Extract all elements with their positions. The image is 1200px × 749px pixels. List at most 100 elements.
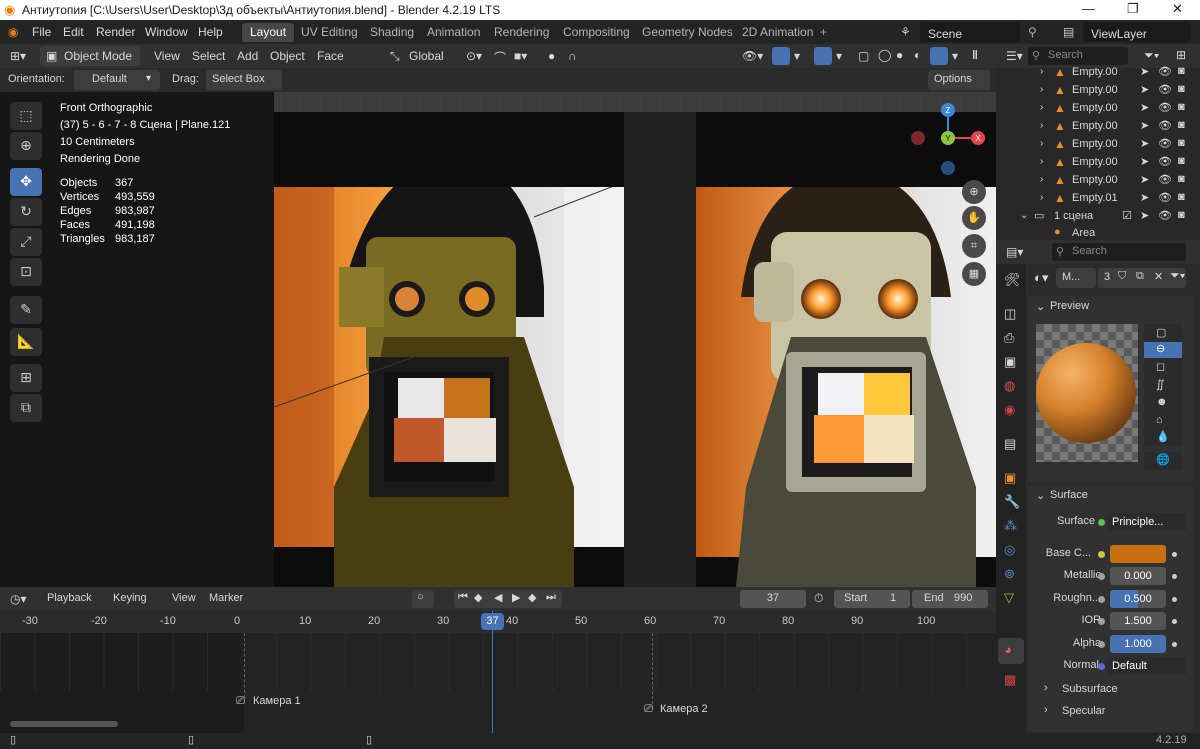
world-preview-button[interactable]: 🌐: [1144, 452, 1182, 470]
camera-icon[interactable]: ◙: [1178, 173, 1185, 185]
tab-shading[interactable]: Shading: [362, 23, 422, 42]
shading-dropdown-icon[interactable]: ▾: [952, 49, 958, 63]
proportional-edit-icon[interactable]: ●: [548, 49, 555, 63]
pan-hand-icon[interactable]: ✋: [962, 206, 986, 230]
preview-panel-title[interactable]: Preview: [1050, 300, 1089, 312]
options-button[interactable]: Options: [928, 70, 990, 90]
subsurface-subpanel[interactable]: › Subsurface: [1030, 680, 1195, 702]
outliner-row[interactable]: › ▲ Empty.01 ➤ 👁 ◙: [1020, 190, 1200, 208]
collapse-icon[interactable]: ⌄: [1036, 300, 1045, 313]
sphere-preview-button[interactable]: ⊖: [1144, 342, 1182, 358]
eye-icon[interactable]: 👁: [1158, 83, 1172, 96]
outliner-collection-row[interactable]: ⌄ ▭ 1 сцена ☑ ➤ 👁 ◙: [1020, 208, 1200, 226]
close-icon[interactable]: ✕: [1172, 1, 1183, 17]
move-tool[interactable]: ✥: [10, 168, 42, 196]
next-keyframe-icon[interactable]: ◆: [528, 591, 536, 604]
maximize-icon[interactable]: ❐: [1127, 1, 1139, 17]
timeline-scrollbar[interactable]: [10, 721, 118, 727]
gizmo-z-label[interactable]: Z: [946, 106, 951, 115]
wireframe-shading-icon[interactable]: ◯: [878, 48, 891, 62]
tab-rendering[interactable]: Rendering: [486, 23, 557, 42]
selectable-icon[interactable]: ➤: [1140, 83, 1149, 96]
normal-field[interactable]: Default: [1108, 657, 1186, 675]
jump-end-icon[interactable]: ⏭: [546, 591, 556, 604]
scene-selector[interactable]: Scene: [920, 22, 1020, 42]
tab-layout[interactable]: Layout: [242, 23, 295, 42]
rotate-tool[interactable]: ↻: [10, 198, 42, 226]
visibility-icon[interactable]: 👁▾: [742, 49, 763, 63]
overlay-dropdown-icon[interactable]: ▾: [836, 49, 842, 63]
selectable-icon[interactable]: ➤: [1140, 119, 1149, 132]
physics-tab-icon[interactable]: ◎: [1004, 542, 1015, 558]
camera-icon[interactable]: ◙: [1178, 155, 1185, 167]
menu-file[interactable]: File: [32, 25, 51, 39]
tab-uv-editing[interactable]: UV Editing: [293, 23, 366, 42]
current-frame-field[interactable]: 37: [740, 590, 806, 608]
ior-field[interactable]: 1.500: [1110, 612, 1166, 630]
material-name-field[interactable]: M...: [1056, 268, 1096, 288]
3d-viewport[interactable]: ⬚ ⊕ ✥ ↻ ⤢ ⊡ ✎ 📐 ⊞ ⧉ Front Orthographic (…: [0, 92, 996, 587]
selectable-icon[interactable]: ➤: [1140, 101, 1149, 114]
new-collection-icon[interactable]: ⊞: [1176, 48, 1186, 62]
modifier-tab-icon[interactable]: 🔧: [1004, 494, 1020, 510]
pin-icon[interactable]: ⚲: [1028, 25, 1037, 39]
outliner-row[interactable]: › ▲ Empty.00 ➤ 👁 ◙: [1020, 100, 1200, 118]
tab-geometry-nodes[interactable]: Geometry Nodes: [634, 23, 741, 42]
material-sphere-icon[interactable]: ◐▾: [1034, 270, 1048, 286]
eye-icon[interactable]: 👁: [1158, 101, 1172, 114]
blender-menu-icon[interactable]: ◉: [8, 25, 18, 39]
camera-icon[interactable]: ◙: [1178, 119, 1185, 131]
xray-icon[interactable]: ▢: [858, 49, 869, 63]
tab-2d-animation[interactable]: 2D Animation: [734, 23, 821, 42]
base-color-swatch[interactable]: [1110, 545, 1166, 563]
selectable-icon[interactable]: ➤: [1140, 137, 1149, 150]
solid-shading-icon[interactable]: ●: [896, 48, 903, 62]
select-box-tool[interactable]: ⬚: [10, 102, 42, 130]
menu-timeline-view[interactable]: View: [172, 592, 196, 604]
add-cube-tool[interactable]: ⊞: [10, 364, 42, 392]
outliner-row[interactable]: › ▲ Empty.00 ➤ 👁 ◙: [1020, 64, 1200, 82]
zoom-icon[interactable]: ⊕: [962, 180, 986, 204]
eye-icon[interactable]: 👁: [1158, 119, 1172, 132]
material-tab[interactable]: ◕: [998, 638, 1024, 664]
marker-camera-icon[interactable]: ⎚: [236, 695, 245, 708]
gizmo-toggle-icon[interactable]: [772, 47, 790, 65]
gizmo-x-label[interactable]: X: [975, 134, 981, 143]
ortho-grid-icon[interactable]: ▦: [962, 262, 986, 286]
surface-panel-title[interactable]: Surface: [1050, 489, 1088, 501]
drag-dropdown[interactable]: Select Box: [206, 70, 282, 90]
duplicate-icon[interactable]: ⧉: [1136, 270, 1144, 283]
camera-icon[interactable]: ◙: [1178, 83, 1185, 95]
scene-tab-icon[interactable]: ◍: [1004, 378, 1015, 394]
view-layer-selector[interactable]: ViewLayer: [1083, 22, 1191, 42]
outliner-row[interactable]: › ▲ Empty.00 ➤ 👁 ◙: [1020, 172, 1200, 190]
eye-icon[interactable]: 👁: [1158, 209, 1172, 222]
prev-keyframe-icon[interactable]: ◆: [474, 591, 482, 604]
menu-window[interactable]: Window: [145, 25, 188, 39]
menu-edit[interactable]: Edit: [63, 25, 84, 39]
camera-icon[interactable]: ◙: [1178, 191, 1185, 203]
material-shading-icon[interactable]: ◐: [914, 48, 921, 62]
flat-preview-icon[interactable]: ▢: [1156, 326, 1166, 339]
auto-keying-button[interactable]: ○: [412, 590, 434, 608]
jump-start-icon[interactable]: ⏮: [458, 591, 468, 604]
hair-preview-icon[interactable]: ∬: [1156, 378, 1165, 391]
eye-icon[interactable]: 👁: [1158, 65, 1172, 78]
constraints-tab-icon[interactable]: ⊚: [1004, 566, 1015, 582]
outliner-row[interactable]: › ▲ Empty.00 ➤ 👁 ◙: [1020, 136, 1200, 154]
collection-tab-icon[interactable]: ▤: [1004, 436, 1016, 452]
tool-tab-icon[interactable]: 🛠: [1004, 272, 1021, 288]
menu-playback[interactable]: Playback: [47, 592, 92, 604]
snap-target-icon[interactable]: ■▾: [514, 49, 527, 63]
particles-tab-icon[interactable]: ⁂: [1004, 518, 1017, 534]
view-layer-tab-icon[interactable]: ▣: [1004, 354, 1016, 370]
world-tab-icon[interactable]: ◉: [1004, 402, 1015, 418]
metallic-field[interactable]: 0.000: [1110, 567, 1166, 585]
selectable-icon[interactable]: ➤: [1140, 65, 1149, 78]
eye-icon[interactable]: 👁: [1158, 173, 1172, 186]
menu-add[interactable]: Add: [237, 49, 258, 63]
keyframe-icon[interactable]: [1172, 597, 1177, 602]
selectable-icon[interactable]: ➤: [1140, 191, 1149, 204]
orientation-dropdown[interactable]: Default ▾: [74, 70, 160, 90]
camera-icon[interactable]: ◙: [1178, 209, 1185, 221]
